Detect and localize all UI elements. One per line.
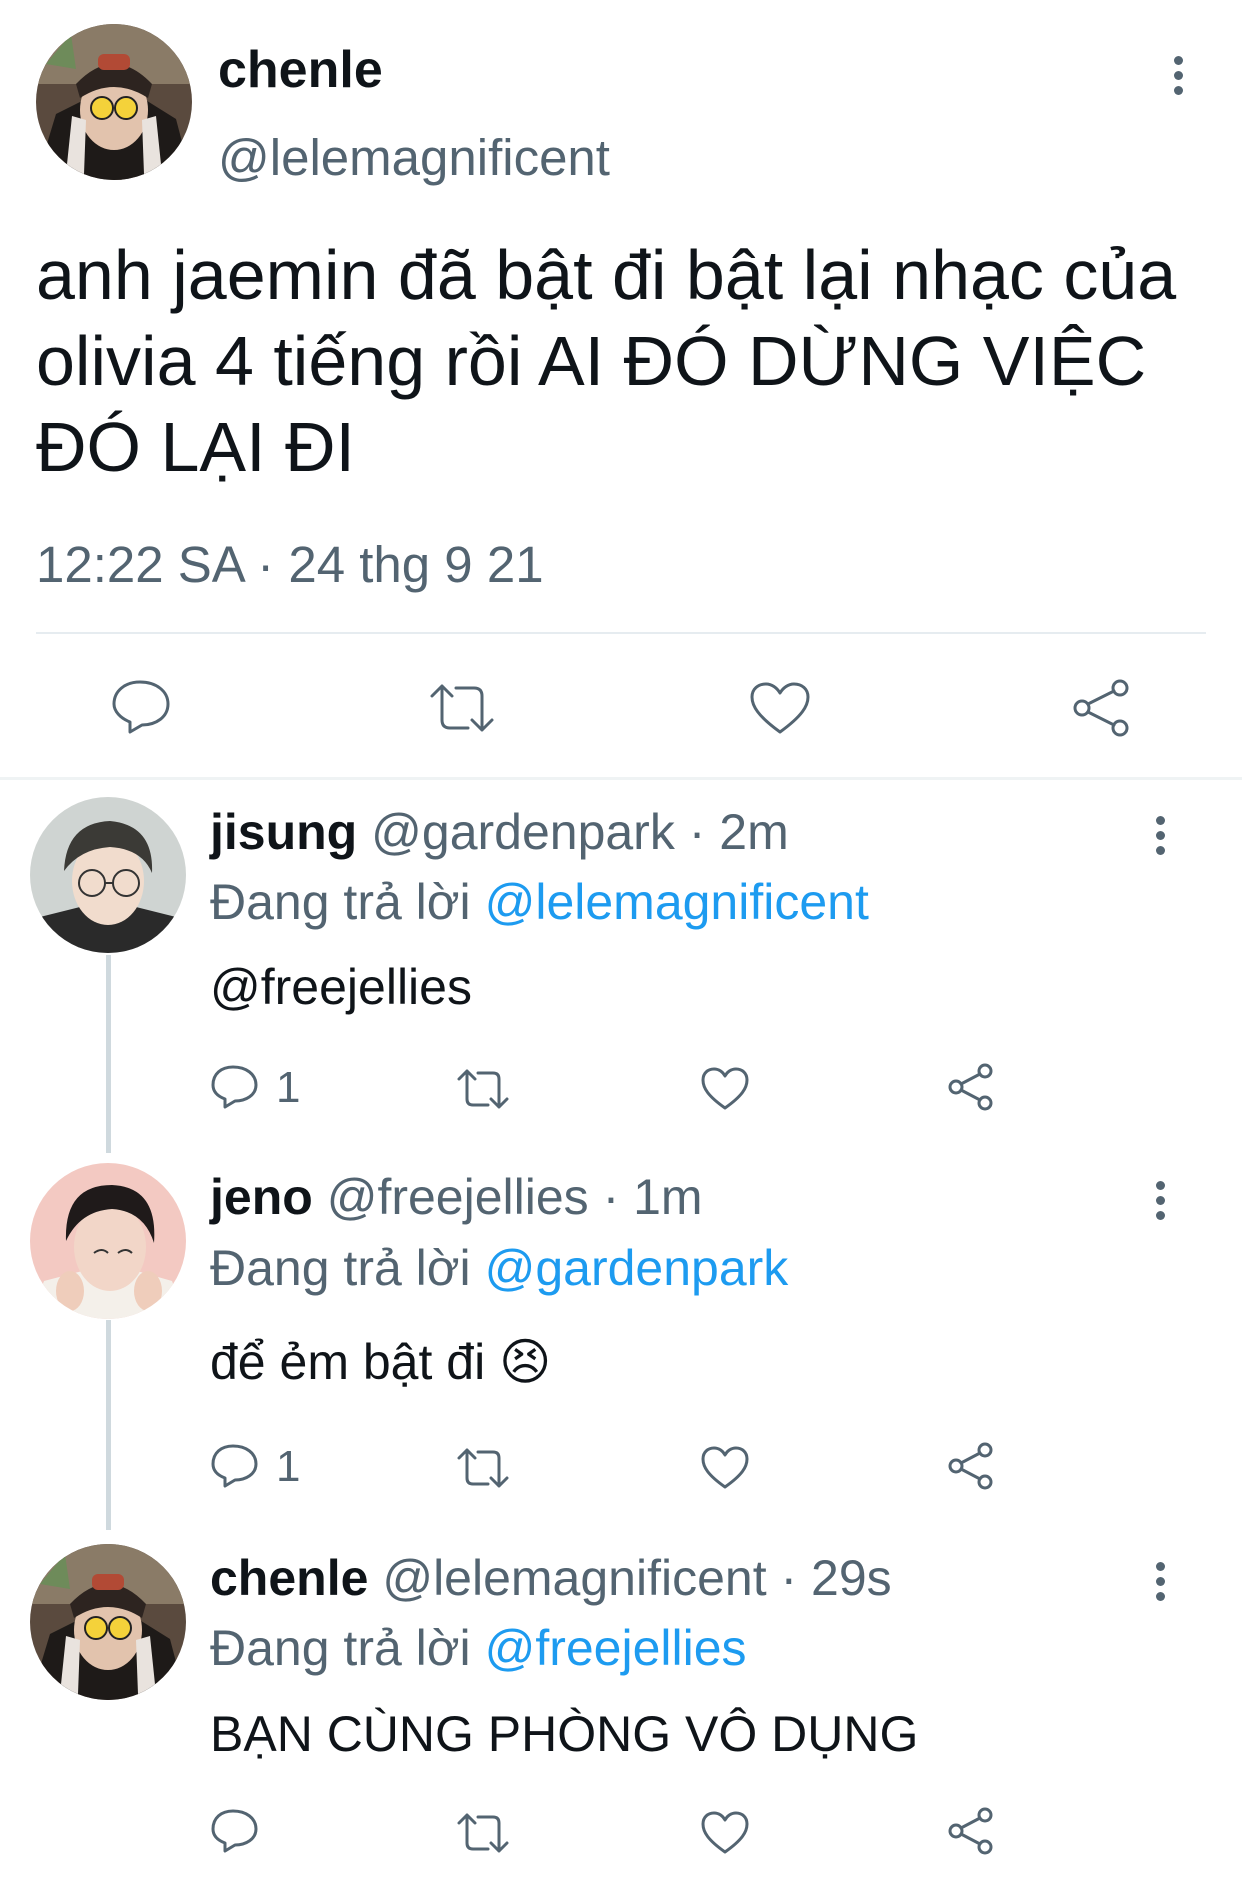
more-options-icon[interactable] — [1174, 56, 1183, 101]
reply-text-link[interactable]: @freejellies — [210, 955, 472, 1019]
more-options-icon[interactable] — [1156, 1181, 1165, 1226]
reply-text: BẠN CÙNG PHÒNG VÔ DỤNG — [210, 1706, 919, 1762]
reply-count: 1 — [276, 1063, 301, 1112]
more-options-icon[interactable] — [1156, 816, 1165, 861]
reply-icon — [112, 680, 170, 734]
retweet-button[interactable] — [456, 1445, 510, 1491]
replying-to-link[interactable]: @gardenpark — [485, 1240, 789, 1296]
tweet-text: anh jaemin đã bật đi bật lại nhạc của ol… — [36, 236, 1177, 486]
share-icon — [948, 1442, 993, 1490]
share-button[interactable] — [946, 1441, 996, 1491]
reply-author-name[interactable]: chenle — [210, 1550, 368, 1606]
like-button[interactable] — [748, 680, 812, 736]
retweet-icon — [457, 1813, 509, 1853]
reply-author-handle[interactable]: @gardenpark — [371, 804, 675, 860]
reply-header: chenle @lelemagnificent · 29s — [210, 1548, 892, 1608]
author-handle[interactable]: @lelemagnificent — [218, 128, 610, 188]
replying-label: Đang trả lời — [210, 1240, 471, 1296]
reply-header: jeno @freejellies · 1m — [210, 1167, 703, 1227]
reply-text: để ẻm bật đi 😣 — [210, 1334, 552, 1390]
share-button[interactable] — [1070, 678, 1134, 738]
reply-button[interactable] — [210, 1806, 270, 1858]
avatar[interactable] — [30, 1163, 186, 1319]
like-icon — [701, 1811, 749, 1854]
reply-author-handle[interactable]: @lelemagnificent — [382, 1550, 766, 1606]
reply-author-handle[interactable]: @freejellies — [327, 1169, 589, 1225]
thread-line — [106, 1320, 111, 1530]
replying-to: Đang trả lời @freejellies — [210, 1618, 747, 1678]
share-icon — [948, 1807, 993, 1855]
share-button[interactable] — [946, 1062, 996, 1112]
reply-author-name[interactable]: jisung — [210, 804, 357, 860]
avatar[interactable] — [30, 1544, 186, 1700]
reply-time: · 2m — [688, 804, 789, 860]
avatar[interactable] — [30, 797, 186, 953]
like-icon — [701, 1446, 749, 1489]
replying-to-link[interactable]: @freejellies — [485, 1620, 747, 1676]
retweet-button[interactable] — [428, 680, 496, 736]
share-button[interactable] — [946, 1806, 996, 1856]
like-button[interactable] — [700, 1066, 750, 1112]
reply-time: · 29s — [780, 1550, 892, 1606]
tweet-timestamp[interactable]: 12:22 SA · 24 thg 9 21 — [36, 535, 544, 595]
divider — [0, 777, 1242, 780]
avatar-image — [30, 1163, 186, 1319]
avatar-image — [30, 1544, 186, 1700]
reply-icon — [211, 1065, 258, 1109]
replying-to-link[interactable]: @lelemagnificent — [485, 874, 869, 930]
reply-time: · 1m — [602, 1169, 703, 1225]
reply-button[interactable]: 1 — [210, 1062, 320, 1114]
more-options-icon[interactable] — [1156, 1562, 1165, 1607]
author-name[interactable]: chenle — [218, 40, 383, 100]
replying-label: Đang trả lời — [210, 874, 471, 930]
reply-header: jisung @gardenpark · 2m — [210, 802, 789, 862]
retweet-icon — [457, 1448, 509, 1488]
reply-button[interactable]: 1 — [210, 1441, 320, 1493]
share-icon — [1073, 679, 1129, 737]
avatar[interactable] — [36, 24, 192, 180]
retweet-button[interactable] — [456, 1066, 510, 1112]
replying-to: Đang trả lời @lelemagnificent — [210, 872, 869, 932]
retweet-icon — [457, 1069, 509, 1109]
avatar-image — [30, 797, 186, 953]
like-icon — [701, 1067, 749, 1110]
avatar-image — [36, 24, 192, 180]
replying-label: Đang trả lời — [210, 1620, 471, 1676]
reply-icon — [211, 1809, 258, 1853]
like-button[interactable] — [700, 1445, 750, 1491]
reply-count: 1 — [276, 1442, 301, 1491]
divider — [36, 632, 1206, 634]
retweet-icon — [430, 684, 494, 732]
reply-author-name[interactable]: jeno — [210, 1169, 313, 1225]
replying-to: Đang trả lời @gardenpark — [210, 1238, 788, 1298]
like-button[interactable] — [700, 1810, 750, 1856]
thread-line — [106, 955, 111, 1153]
retweet-button[interactable] — [456, 1810, 510, 1856]
like-icon — [750, 682, 810, 734]
share-icon — [948, 1063, 993, 1111]
reply-icon — [211, 1444, 258, 1488]
reply-button[interactable] — [110, 678, 174, 734]
